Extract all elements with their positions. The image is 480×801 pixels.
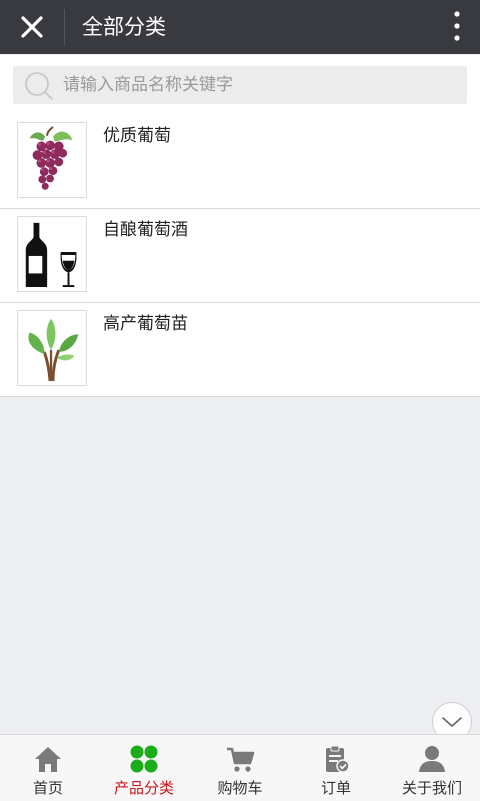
tab-label: 首页	[32, 779, 63, 797]
tab-orders[interactable]: 订单	[288, 735, 384, 801]
tab-cart[interactable]: 购物车	[192, 735, 288, 801]
category-thumbnail	[17, 216, 87, 292]
category-list: 优质葡萄 自酿葡萄酒 高产葡萄苗	[0, 115, 480, 397]
page-title: 全部分类	[82, 15, 166, 39]
more-vertical-icon	[454, 11, 460, 41]
category-item-seedlings[interactable]: 高产葡萄苗	[0, 303, 480, 397]
person-icon	[419, 746, 445, 772]
wine-bottle-glass-icon	[25, 222, 77, 288]
bottom-tab-bar: 首页 产品分类 购物车 订单 关于我们	[0, 734, 480, 801]
tab-label: 关于我们	[401, 779, 462, 797]
grid-dots-icon	[130, 745, 158, 773]
tab-label: 订单	[320, 779, 351, 797]
close-icon	[21, 16, 43, 38]
top-bar: 全部分类	[0, 0, 480, 54]
category-name: 高产葡萄苗	[103, 314, 188, 334]
category-name: 自酿葡萄酒	[103, 220, 188, 240]
tab-about[interactable]: 关于我们	[384, 735, 480, 801]
category-thumbnail	[17, 310, 87, 386]
more-menu-button[interactable]	[454, 11, 460, 43]
category-thumbnail	[17, 122, 87, 198]
search-box	[13, 66, 467, 104]
category-name: 优质葡萄	[103, 126, 171, 146]
cart-icon	[227, 747, 255, 772]
tab-label: 产品分类	[113, 779, 174, 797]
category-item-wine[interactable]: 自酿葡萄酒	[0, 209, 480, 303]
search-area	[0, 55, 480, 115]
clipboard-check-icon	[326, 745, 350, 773]
category-item-grapes[interactable]: 优质葡萄	[0, 115, 480, 209]
chevron-down-icon	[442, 717, 462, 727]
tab-home[interactable]: 首页	[0, 735, 96, 801]
search-icon	[25, 72, 53, 100]
home-icon	[35, 747, 61, 772]
seedling-icon	[28, 318, 79, 382]
search-input[interactable]	[63, 66, 458, 104]
close-button[interactable]	[14, 9, 50, 45]
tab-label: 购物车	[217, 779, 263, 797]
header-divider	[64, 9, 65, 45]
tab-categories[interactable]: 产品分类	[96, 735, 192, 801]
grapes-icon	[29, 126, 73, 190]
